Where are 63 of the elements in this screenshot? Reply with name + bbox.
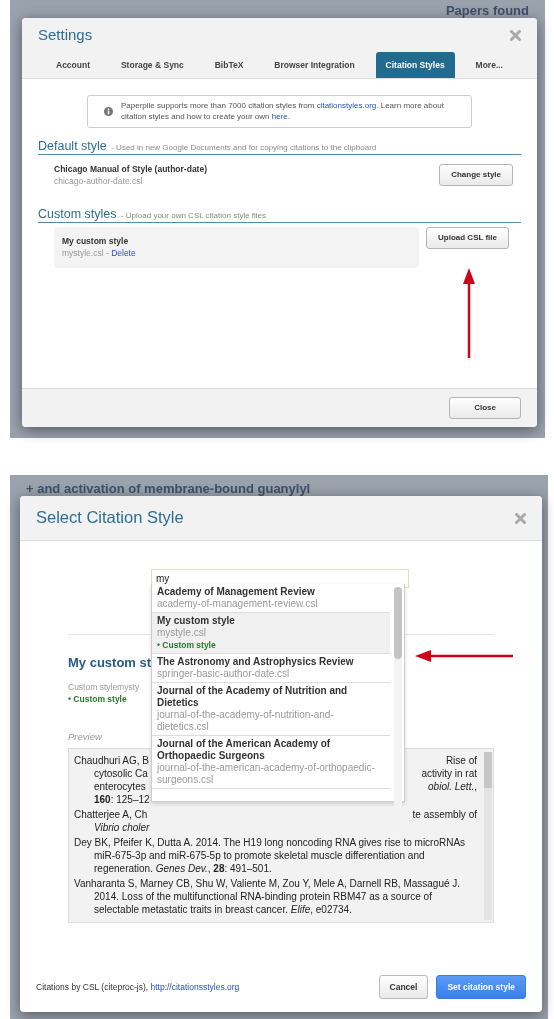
style-filename: chicago-author-date.csl [54,175,144,189]
preview-label: Preview [68,730,102,744]
citation-fragment: activity in rat [421,767,477,781]
style-title: My custom st [68,654,152,672]
style-subtitle: Custom stylemysty [68,680,140,694]
suggestion-filename: academy-of-management-review.csl [157,598,319,610]
scrollbar-thumb[interactable] [394,587,402,659]
suggestion-title: The Astronomy and Astrophysics Review [157,656,355,668]
suggestion-title: Journal of the Academy of Nutrition and Dietetics [157,685,349,709]
dialog-title: Settings [38,26,93,44]
close-button[interactable] [515,512,526,524]
suggestion-title: My custom style [157,615,236,627]
suggestion-filename: mystyle.csl [157,627,207,639]
style-name: Chicago Manual of Style (author-date) [54,162,207,176]
close-dialog-button[interactable]: Close [449,397,521,419]
info-text: Paperpile supports more than 7000 citation styles from citationstyles.org. Learn more about citation styles and how to create your own here. [121,99,445,123]
citation-fragment: Chaudhuri AG, B [74,754,150,768]
upload-csl-button[interactable]: Upload CSL file [426,226,509,249]
cancel-button[interactable]: Cancel [378,974,429,1000]
citation-fragment: enterocytes [94,780,146,794]
suggestion-item[interactable]: My custom style mystyle.csl • Custom style [152,613,390,654]
close-button[interactable] [510,29,521,41]
citationstyles-link[interactable]: http://citationsstyles.org [150,981,240,992]
section-description: - Upload your own CSL citation style files [120,211,267,221]
citation-fragment: cytosolic Ca [94,767,148,781]
suggestion-title: Journal of the American Academy of Orthopaedic Surgeons [157,738,332,762]
suggestion-filename: journal-of-the-american-academy-of-orthopaedic-surgeons.csl [157,762,376,786]
backdrop-text: + and activation of membrane-bound guanylyl [26,481,311,496]
backdrop-text: Papers found [445,4,529,17]
citation-fragment: te assembly of [412,808,477,822]
section-title: Custom styles [38,207,117,222]
settings-tab[interactable]: Account [46,52,100,78]
settings-tab[interactable]: Browser Integration [264,52,365,78]
style-name: My custom style [62,234,130,248]
custom-style-tag: • Custom style [157,639,385,651]
citation-entry: Vanharanta S, Marney CB, Shu W, Valiente M, Zou Y, Mele A, Darnell RB, Massagué J. 2014. Loss of the multifunctional RNA-binding protein RBM47 as a source of selectable metastatic traits in breast cancer. Elife, e02734. [74,877,462,917]
dialog-title: Select Citation Style [36,508,184,528]
scrollbar-thumb[interactable] [484,752,492,789]
settings-tab[interactable]: More... [465,52,513,78]
citation-fragment: Rise of [445,754,477,768]
section-title: Default style [38,138,107,153]
style-filename: mystyle.csl - Delete [62,247,137,261]
citation-fragment: Chatterjee A, Ch [74,808,148,822]
citation-fragment: 160: 125–12 [94,793,150,807]
settings-tab[interactable]: BibTeX [204,52,254,78]
suggestion-filename: journal-of-the-academy-of-nutrition-and-dietetics.csl [157,709,335,733]
settings-tab[interactable]: Storage & Sync [110,52,194,78]
info-link[interactable]: here [271,112,288,122]
citation-entry: Dey BK, Pfeifer K, Dutta A. 2014. The H19 long noncoding RNA gives rise to microRNAs miR-675-3p and miR-675-5p to promote skeletal muscle differentiation and regeneration. Genes Dev., 28: 491–501. [74,836,467,876]
suggestion-item[interactable]: Journal of the Academy of Nutrition and Dietetics journal-of-the-academy-of-nutrition-and-dietetics.csl [152,683,390,736]
suggestion-item[interactable]: Journal of the American Academy of Orthopaedic Surgeons journal-of-the-american-academy-of-orthopaedic-surgeons.csl [152,736,390,789]
info-icon [104,106,113,116]
change-style-button[interactable]: Change style [439,164,513,187]
delete-link[interactable]: Delete [111,248,136,259]
section-description: - Used in new Google Documents and for copying citations to the clipboard [111,142,377,152]
suggestion-item[interactable]: The Astronomy and Astrophysics Review springer-basic-author-date.csl [152,654,390,683]
settings-tab[interactable]: Citation Styles [375,52,455,78]
citation-fragment: obiol. Lett., [428,780,477,794]
suggestion-title: Academy of Management Review [157,586,316,598]
custom-style-tag: • Custom style [68,693,127,706]
suggestion-filename: springer-basic-author-date.csl [157,668,291,680]
citation-fragment: Vibrio choler [94,821,150,835]
credits-text: Citations by CSL (citeproc-js), http://citationsstyles.org [36,980,240,994]
